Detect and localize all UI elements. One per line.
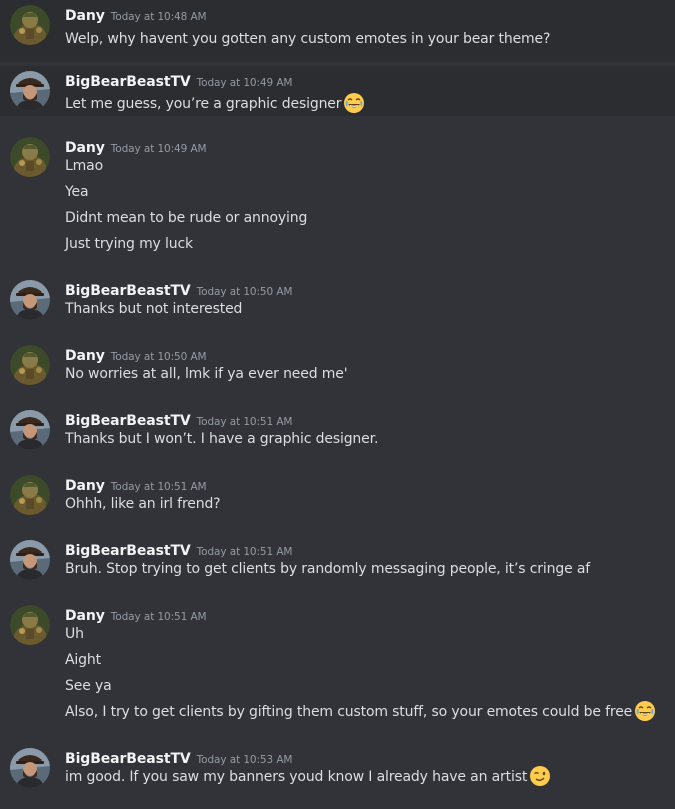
joy-emoji-icon[interactable] xyxy=(634,700,656,722)
message-text: Yea xyxy=(65,182,89,202)
message-text: Welp, why havent you gotten any custom e… xyxy=(65,29,550,49)
message-group[interactable]: Dany Today at 10:51 AM Ohhh, like an irl f… xyxy=(0,470,675,518)
message-group[interactable]: BigBearBeastTV Today at 10:49 AM Let me gu… xyxy=(0,66,675,116)
message-text: Thanks but I won’t. I have a graphic des… xyxy=(65,429,378,449)
message-header: BigBearBeastTV Today at 10:50 AM xyxy=(65,280,292,300)
bigbear-avatar-icon[interactable] xyxy=(10,280,50,320)
username[interactable]: BigBearBeastTV xyxy=(65,74,191,90)
username[interactable]: Dany xyxy=(65,8,105,24)
username[interactable]: BigBearBeastTV xyxy=(65,751,191,767)
message-timestamp[interactable]: Today at 10:49 AM xyxy=(111,143,207,155)
message-header: BigBearBeastTV Today at 10:51 AM xyxy=(65,410,292,430)
message-text-content: No worries at all, lmk if ya ever need m… xyxy=(65,366,348,382)
bigbear-avatar-icon[interactable] xyxy=(10,71,50,111)
dany-avatar-icon[interactable] xyxy=(10,5,50,45)
message-header: Dany Today at 10:51 AM xyxy=(65,475,207,495)
message-text-content: Let me guess, you’re a graphic designer xyxy=(65,96,342,112)
message-group[interactable]: Dany Today at 10:49 AM Lmao Yea Didnt mean t… xyxy=(0,132,675,260)
message-text-content: Aight xyxy=(65,652,101,668)
bigbear-avatar-icon[interactable] xyxy=(10,748,50,788)
message-header: BigBearBeastTV Today at 10:49 AM xyxy=(65,71,292,91)
message-text: Didnt mean to be rude or annoying xyxy=(65,208,307,228)
message-timestamp[interactable]: Today at 10:53 AM xyxy=(197,754,293,766)
message-text-content: See ya xyxy=(65,678,112,694)
message-header: Dany Today at 10:49 AM xyxy=(65,137,207,157)
username[interactable]: Dany xyxy=(65,140,105,156)
message-timestamp[interactable]: Today at 10:51 AM xyxy=(111,481,207,493)
message-text-content: im good. If you saw my banners youd know… xyxy=(65,769,528,785)
username[interactable]: Dany xyxy=(65,348,105,364)
message-timestamp[interactable]: Today at 10:50 AM xyxy=(111,351,207,363)
message-group[interactable]: BigBearBeastTV Today at 10:53 AM im good. … xyxy=(0,743,675,795)
message-text-content: Welp, why havent you gotten any custom e… xyxy=(65,31,551,47)
message-text: See ya xyxy=(65,676,112,696)
message-text-content: Uh xyxy=(65,626,84,642)
message-text-content: Thanks but I won’t. I have a graphic des… xyxy=(65,431,379,447)
message-text-content: Ohhh, like an irl frend? xyxy=(65,496,221,512)
joy-emoji-icon[interactable] xyxy=(343,92,365,114)
message-group[interactable]: Dany Today at 10:50 AM No worries at all, … xyxy=(0,340,675,388)
message-text: Ohhh, like an irl frend? xyxy=(65,494,221,514)
message-group[interactable]: Dany Today at 10:48 AM Welp, why havent yo… xyxy=(0,0,675,62)
message-text: Aight xyxy=(65,650,101,670)
chat-message-list: Dany Today at 10:48 AM Welp, why havent yo… xyxy=(0,0,675,809)
message-text-content: Also, I try to get clients by gifting th… xyxy=(65,704,633,720)
username[interactable]: BigBearBeastTV xyxy=(65,413,191,429)
dany-avatar-icon[interactable] xyxy=(10,345,50,385)
message-text: Bruh. Stop trying to get clients by rand… xyxy=(65,559,590,579)
message-text: Thanks but not interested xyxy=(65,299,242,319)
message-text-content: Lmao xyxy=(65,158,103,174)
message-header: Dany Today at 10:50 AM xyxy=(65,345,207,365)
message-header: BigBearBeastTV Today at 10:53 AM xyxy=(65,748,292,768)
message-timestamp[interactable]: Today at 10:51 AM xyxy=(197,546,293,558)
message-text: Just trying my luck xyxy=(65,234,193,254)
message-group[interactable]: BigBearBeastTV Today at 10:51 AM Bruh. Sto… xyxy=(0,535,675,583)
username[interactable]: BigBearBeastTV xyxy=(65,543,191,559)
wink-emoji-icon[interactable] xyxy=(529,765,551,787)
bigbear-avatar-icon[interactable] xyxy=(10,540,50,580)
username[interactable]: BigBearBeastTV xyxy=(65,283,191,299)
message-timestamp[interactable]: Today at 10:51 AM xyxy=(111,611,207,623)
message-header: Dany Today at 10:51 AM xyxy=(65,605,207,625)
message-header: BigBearBeastTV Today at 10:51 AM xyxy=(65,540,292,560)
dany-avatar-icon[interactable] xyxy=(10,137,50,177)
message-text-content: Yea xyxy=(65,184,89,200)
bigbear-avatar-icon[interactable] xyxy=(10,410,50,450)
message-timestamp[interactable]: Today at 10:49 AM xyxy=(197,77,293,89)
message-text-content: Bruh. Stop trying to get clients by rand… xyxy=(65,561,591,577)
message-header: Dany Today at 10:48 AM xyxy=(65,5,207,25)
message-timestamp[interactable]: Today at 10:50 AM xyxy=(197,286,293,298)
dany-avatar-icon[interactable] xyxy=(10,475,50,515)
message-text: im good. If you saw my banners youd know… xyxy=(65,765,551,787)
message-text-content: Thanks but not interested xyxy=(65,301,243,317)
dany-avatar-icon[interactable] xyxy=(10,605,50,645)
username[interactable]: Dany xyxy=(65,608,105,624)
message-text-content: Didnt mean to be rude or annoying xyxy=(65,210,308,226)
message-text: No worries at all, lmk if ya ever need m… xyxy=(65,364,348,384)
username[interactable]: Dany xyxy=(65,478,105,494)
message-group[interactable]: Dany Today at 10:51 AM Uh Aight See ya Also, … xyxy=(0,600,675,730)
message-text-content: Just trying my luck xyxy=(65,236,193,252)
message-timestamp[interactable]: Today at 10:51 AM xyxy=(197,416,293,428)
message-group[interactable]: BigBearBeastTV Today at 10:51 AM Thanks bu… xyxy=(0,405,675,453)
message-text: Let me guess, you’re a graphic designer xyxy=(65,92,365,114)
message-timestamp[interactable]: Today at 10:48 AM xyxy=(111,11,207,23)
message-text: Uh xyxy=(65,624,84,644)
message-text: Also, I try to get clients by gifting th… xyxy=(65,700,656,722)
message-group[interactable]: BigBearBeastTV Today at 10:50 AM Thanks bu… xyxy=(0,275,675,323)
message-text: Lmao xyxy=(65,156,103,176)
